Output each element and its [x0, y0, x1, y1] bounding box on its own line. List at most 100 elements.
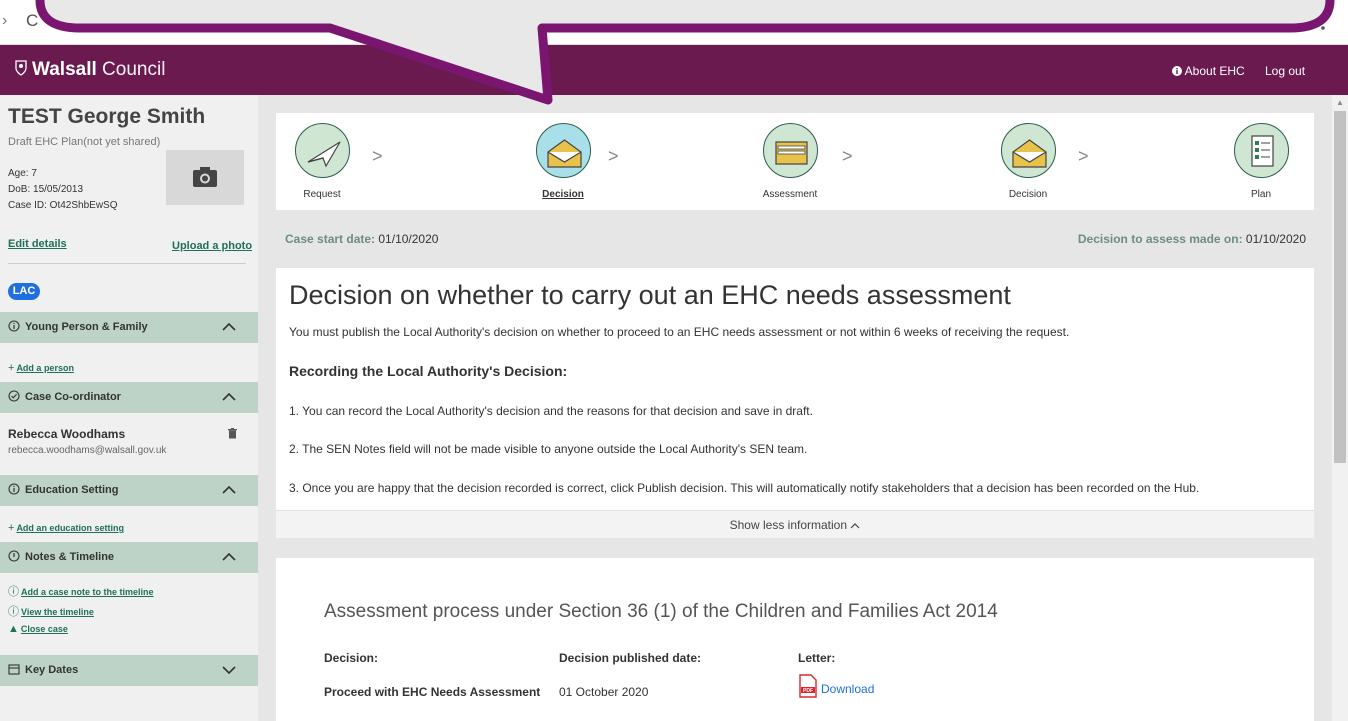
warning-icon: ▲	[8, 623, 19, 635]
chevron-up-icon[interactable]	[222, 322, 236, 332]
dob: DoB: 15/05/2013	[8, 184, 84, 195]
section-label: Notes & Timeline	[25, 551, 115, 563]
plan-status: Draft EHC Plan(not yet shared)	[8, 136, 161, 148]
chevron-up-icon[interactable]	[222, 485, 236, 495]
case-id: Case ID: Ot42ShbEwSQ	[8, 200, 118, 211]
info-circle-icon	[8, 320, 20, 332]
coordinator-email: rebecca.woodhams@walsall.gov.uk	[8, 445, 167, 456]
menu-icon[interactable]	[1320, 13, 1326, 31]
col-published-date: Decision published date:	[559, 651, 702, 665]
step-label: Decision	[542, 189, 584, 200]
section-label: Education Setting	[25, 484, 119, 496]
add-education-label: Add an education setting	[16, 523, 124, 533]
chevron-right-icon: >	[608, 146, 619, 166]
step-request[interactable]: Request	[267, 123, 377, 200]
case-sidebar: TEST George Smith Draft EHC Plan(not yet…	[0, 95, 258, 721]
logout-link[interactable]: Log out	[1265, 64, 1305, 78]
step-label: Decision	[1008, 189, 1048, 200]
star-icon[interactable]	[1203, 12, 1221, 30]
age: Age: 7	[8, 168, 37, 179]
view-timeline-link[interactable]: ⓘ View the timeline	[8, 603, 94, 619]
envelope-icon	[1000, 123, 1056, 178]
add-case-note-link[interactable]: ⓘ Add a case note to the timeline	[8, 583, 154, 599]
zoom-icon[interactable]	[1171, 14, 1187, 30]
reload-icon[interactable]: C	[26, 11, 38, 31]
browser-toolbar: › C ehchub.walsall.gov.uk/ sion	[0, 0, 1348, 45]
decision-made-date: Decision to assess made on: 01/10/2020	[1078, 232, 1306, 246]
step-plan[interactable]: Plan	[1206, 123, 1316, 200]
lock-icon	[63, 14, 71, 25]
coordinator-name: Rebecca Woodhams	[8, 427, 126, 441]
envelope-icon	[535, 123, 591, 178]
case-start-label: Case start date:	[285, 232, 376, 246]
chevron-up-icon	[850, 523, 860, 529]
upload-photo-link[interactable]: Upload a photo	[172, 240, 252, 252]
lac-badge: LAC	[8, 283, 40, 300]
step-decision-current[interactable]: Decision	[508, 123, 618, 200]
section-key-dates[interactable]: Key Dates	[0, 655, 258, 686]
extensions-icon[interactable]	[1243, 12, 1261, 30]
scrollbar[interactable]: ▲	[1332, 95, 1348, 721]
step-decision[interactable]: Decision	[973, 123, 1083, 200]
instruction-2: 2. The SEN Notes field will not be made …	[289, 442, 808, 456]
step-label: Request	[303, 189, 341, 200]
folder-icon	[762, 123, 818, 178]
calendar-icon	[8, 664, 20, 675]
clock-icon	[8, 550, 20, 562]
scrollbar-thumb[interactable]	[1334, 111, 1346, 463]
section-young-person[interactable]: Young Person & Family	[0, 312, 258, 343]
download-letter-link[interactable]: Download	[821, 682, 874, 696]
clock-icon: ⓘ	[8, 606, 19, 618]
clock-icon: ⓘ	[8, 586, 19, 598]
add-education-link[interactable]: + Add an education setting	[8, 522, 124, 534]
edit-details-link[interactable]: Edit details	[8, 238, 67, 250]
child-name: TEST George Smith	[8, 105, 206, 128]
walsall-council-logo[interactable]: Walsall Council	[14, 59, 165, 81]
decision-made-value: 01/10/2020	[1242, 232, 1306, 246]
chevron-right-icon: >	[372, 146, 383, 166]
view-timeline-label: View the timeline	[21, 607, 94, 617]
pdf-icon[interactable]: PDF	[798, 674, 818, 698]
chevron-up-icon[interactable]	[222, 552, 236, 562]
section-education-setting[interactable]: Education Setting	[0, 475, 258, 506]
section-label: Case Co-ordinator	[25, 391, 121, 403]
check-circle-icon	[8, 390, 20, 402]
chevron-down-icon[interactable]	[222, 665, 236, 675]
plus-icon: +	[8, 362, 15, 374]
show-less-toggle[interactable]: Show less information	[276, 510, 1314, 538]
profile-icon[interactable]	[1275, 10, 1297, 32]
section-subtitle: Recording the Local Authority's Decision…	[289, 363, 568, 379]
about-ehc-link[interactable]: About EHC	[1172, 64, 1245, 78]
trash-icon[interactable]	[228, 428, 237, 439]
process-stepper: Request > Decision > Assessment > Decisi…	[276, 113, 1314, 210]
instruction-1: 1. You can record the Local Authority's …	[289, 404, 813, 418]
section-case-coordinator[interactable]: Case Co-ordinator	[0, 382, 258, 413]
step-assessment[interactable]: Assessment	[735, 123, 845, 200]
published-date-value: 01 October 2020	[559, 685, 649, 699]
chevron-up-icon[interactable]	[222, 392, 236, 402]
section-notes-timeline[interactable]: Notes & Timeline	[0, 542, 258, 573]
crest-icon	[15, 60, 27, 76]
intro-text: You must publish the Local Authority's d…	[289, 325, 1070, 339]
brand-light: Council	[96, 59, 166, 80]
chevron-right-icon: >	[1078, 146, 1089, 166]
case-start-date: Case start date: 01/10/2020	[285, 232, 438, 246]
page-title: Decision on whether to carry out an EHC …	[289, 280, 1011, 310]
main-content: Request > Decision > Assessment > Decisi…	[258, 95, 1332, 721]
photo-placeholder[interactable]	[166, 150, 244, 205]
add-case-note-label: Add a case note to the timeline	[21, 587, 154, 597]
address-bar-path[interactable]: sion	[548, 11, 577, 29]
step-label: Assessment	[762, 189, 818, 200]
add-person-link[interactable]: + Add a person	[8, 362, 74, 374]
case-start-value: 01/10/2020	[375, 232, 439, 246]
divider	[8, 263, 246, 264]
scroll-up-icon[interactable]: ▲	[1336, 98, 1344, 107]
step-label: Plan	[1250, 189, 1271, 200]
forward-icon[interactable]: ›	[2, 12, 7, 30]
info-circle-icon	[8, 483, 20, 495]
address-bar-host[interactable]: ehchub.walsall.gov.uk/	[83, 11, 243, 29]
decision-info-card: Decision on whether to carry out an EHC …	[276, 268, 1314, 538]
decision-made-label: Decision to assess made on:	[1077, 232, 1243, 246]
close-case-link[interactable]: ▲ Close case	[8, 623, 68, 635]
assessment-card: Assessment process under Section 36 (1) …	[276, 558, 1314, 721]
